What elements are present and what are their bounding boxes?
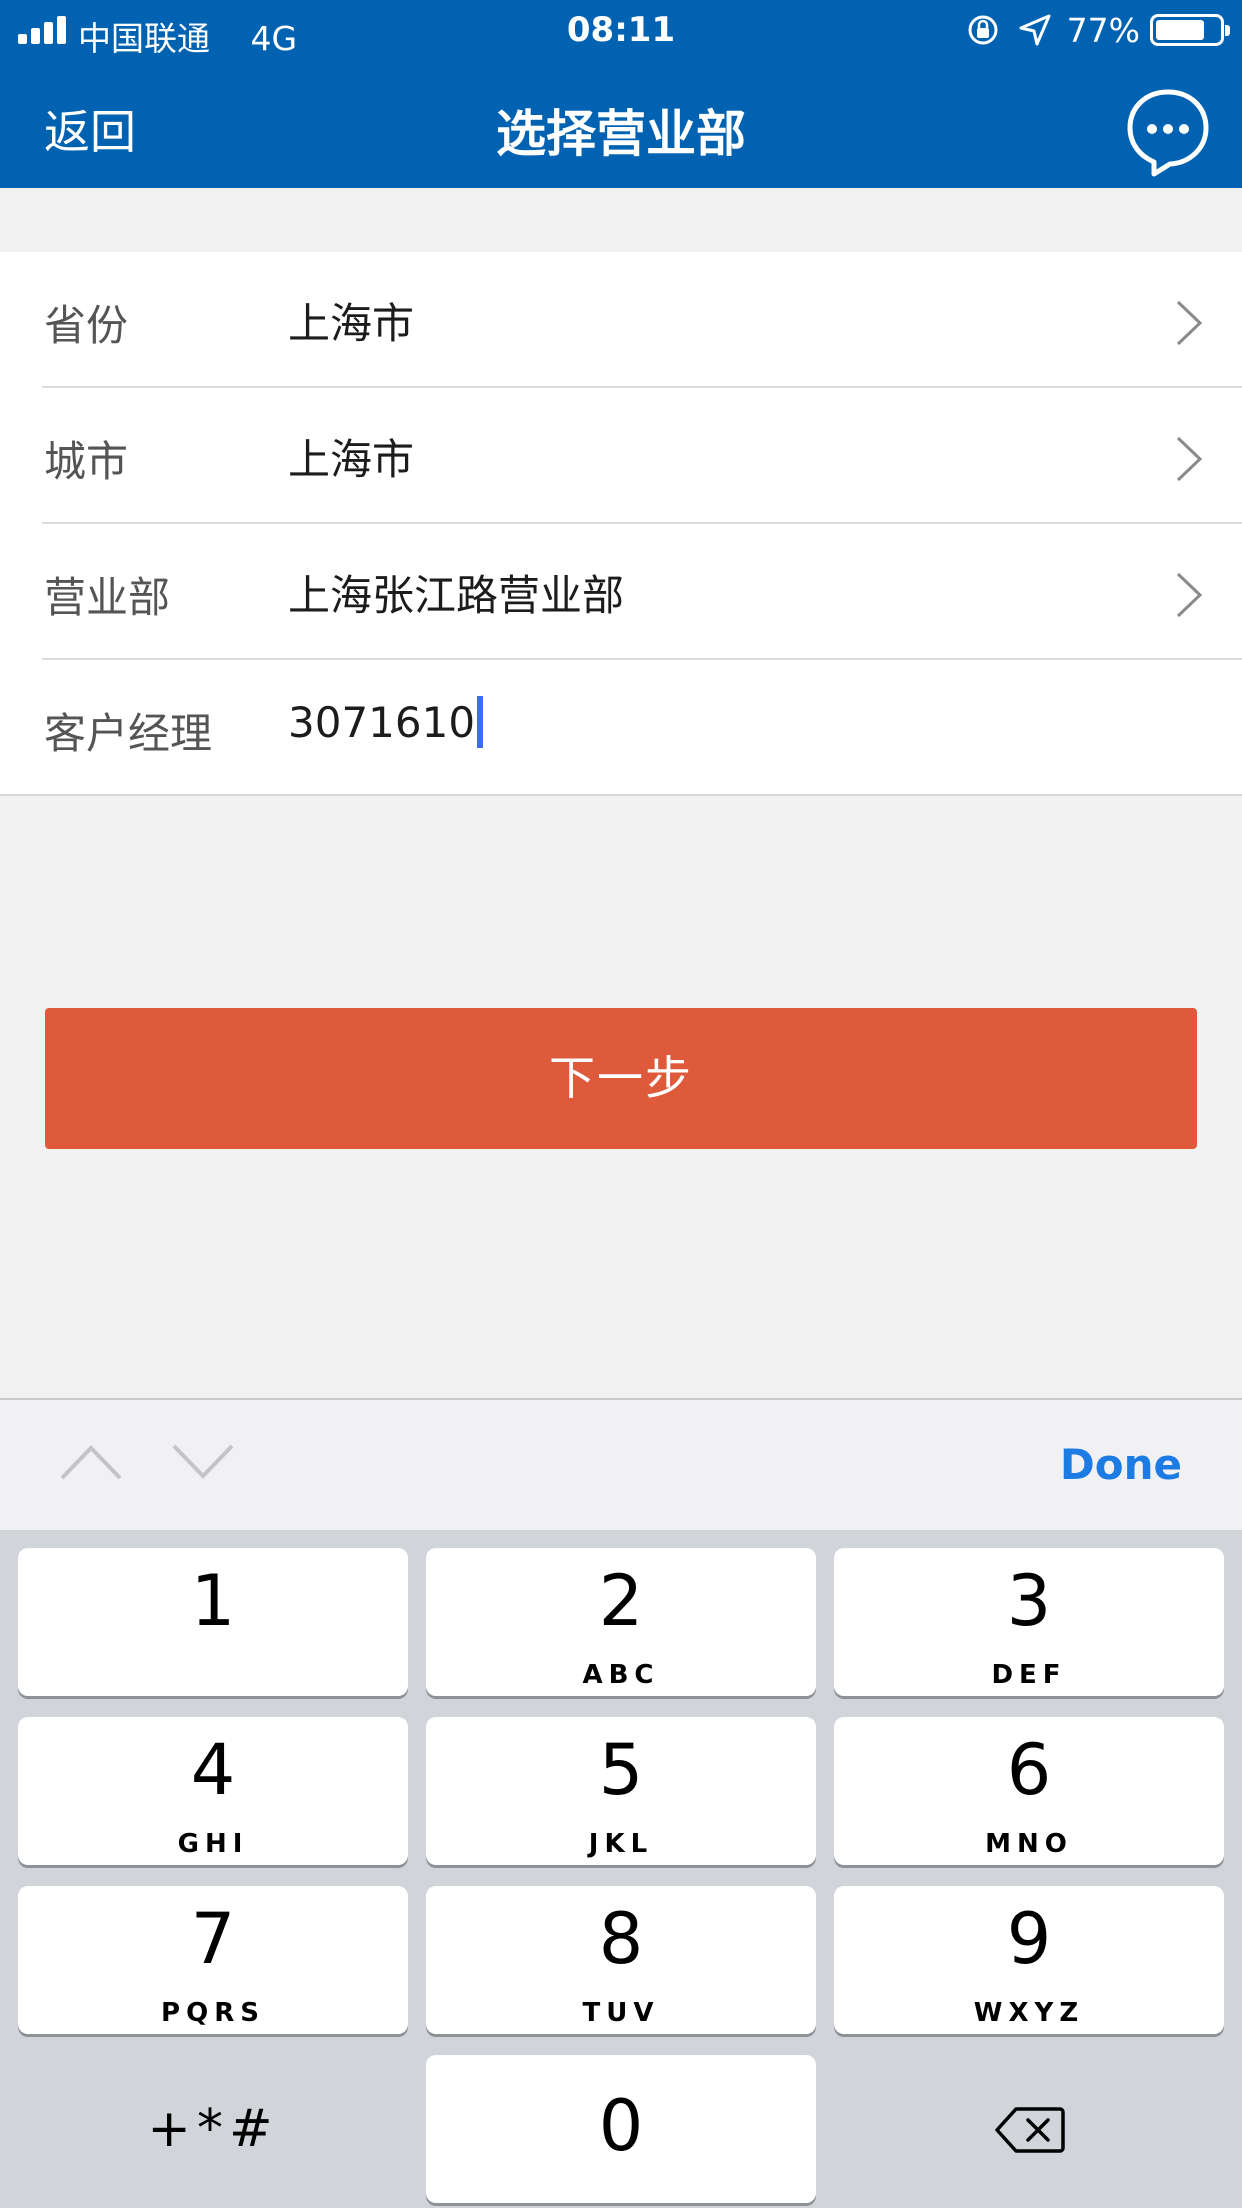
key-0[interactable]: 0 <box>426 2055 816 2203</box>
chevron-right-icon <box>1176 436 1203 482</box>
orientation-lock-icon <box>968 15 998 45</box>
key-letters: JKL <box>588 1829 654 1859</box>
next-step-button[interactable]: 下一步 <box>45 1008 1197 1149</box>
key-digit: 9 <box>1006 1898 1052 1980</box>
numeric-keypad: 1 2 ABC 3 DEF 4 GHI 5 JKL 6 MNO 7 PQRS 8… <box>0 1530 1242 2208</box>
account-manager-row[interactable]: 客户经理 3071610 <box>0 660 1242 796</box>
chevron-right-icon <box>1176 300 1203 346</box>
key-6[interactable]: 6 MNO <box>834 1717 1224 1865</box>
key-digit: 6 <box>1006 1729 1052 1811</box>
branch-value: 上海张江路营业部 <box>288 571 625 620</box>
key-letters: PQRS <box>161 1998 265 2028</box>
city-row[interactable]: 城市 上海市 <box>0 388 1242 524</box>
chevron-down-icon[interactable] <box>170 1440 236 1484</box>
key-letters: TUV <box>582 1998 660 2028</box>
key-letters: ABC <box>582 1660 660 1690</box>
done-button[interactable]: Done <box>1060 1440 1182 1489</box>
page-title: 选择营业部 <box>496 105 746 163</box>
status-right: 77% <box>963 10 1230 50</box>
province-label: 省份 <box>44 301 129 350</box>
text-cursor <box>477 695 484 748</box>
key-2[interactable]: 2 ABC <box>426 1548 816 1696</box>
key-7[interactable]: 7 PQRS <box>18 1886 408 2034</box>
delete-key[interactable] <box>834 2055 1224 2203</box>
key-3[interactable]: 3 DEF <box>834 1548 1224 1696</box>
key-digit: 2 <box>598 1560 644 1642</box>
city-label: 城市 <box>44 437 129 486</box>
key-digit: 0 <box>598 2085 644 2167</box>
key-digit: 1 <box>190 1560 236 1642</box>
province-row[interactable]: 省份 上海市 <box>0 252 1242 388</box>
key-digit: 4 <box>190 1729 236 1811</box>
symbols-label: +*# <box>147 2099 279 2159</box>
backspace-icon <box>995 2107 1065 2153</box>
key-letters: WXYZ <box>973 1998 1085 2028</box>
key-digit: 8 <box>598 1898 644 1980</box>
key-letters: GHI <box>177 1829 249 1859</box>
key-digit: 7 <box>190 1898 236 1980</box>
symbols-key[interactable]: +*# <box>18 2055 408 2203</box>
province-value: 上海市 <box>288 299 415 348</box>
chat-bubble-icon[interactable] <box>1124 86 1212 178</box>
chevron-up-icon[interactable] <box>58 1440 124 1484</box>
city-value: 上海市 <box>288 435 415 484</box>
key-letters: MNO <box>985 1829 1073 1859</box>
branch-form: 省份 上海市 城市 上海市 营业部 上海张江路营业部 客户经理 3071610 <box>0 252 1242 796</box>
key-digit: 5 <box>598 1729 644 1811</box>
key-5[interactable]: 5 JKL <box>426 1717 816 1865</box>
keyboard-accessory-bar: Done <box>0 1398 1242 1530</box>
status-bar: 中国联通 4G 08:11 77% <box>0 0 1242 62</box>
key-8[interactable]: 8 TUV <box>426 1886 816 2034</box>
key-letters: DEF <box>991 1660 1067 1690</box>
key-1[interactable]: 1 <box>18 1548 408 1696</box>
battery-icon <box>1150 14 1230 46</box>
key-digit: 3 <box>1006 1560 1052 1642</box>
account-manager-input[interactable]: 3071610 <box>288 695 484 752</box>
branch-row[interactable]: 营业部 上海张江路营业部 <box>0 524 1242 660</box>
location-icon <box>1019 14 1051 46</box>
chevron-right-icon <box>1176 572 1203 618</box>
account-manager-label: 客户经理 <box>44 709 213 758</box>
battery-percent: 77% <box>1066 10 1140 50</box>
key-9[interactable]: 9 WXYZ <box>834 1886 1224 2034</box>
battery-fill <box>1156 20 1204 40</box>
account-manager-value: 3071610 <box>288 698 476 747</box>
key-4[interactable]: 4 GHI <box>18 1717 408 1865</box>
top-bar: 中国联通 4G 08:11 77% 返回 选择营业部 <box>0 0 1242 188</box>
branch-label: 营业部 <box>44 573 171 622</box>
